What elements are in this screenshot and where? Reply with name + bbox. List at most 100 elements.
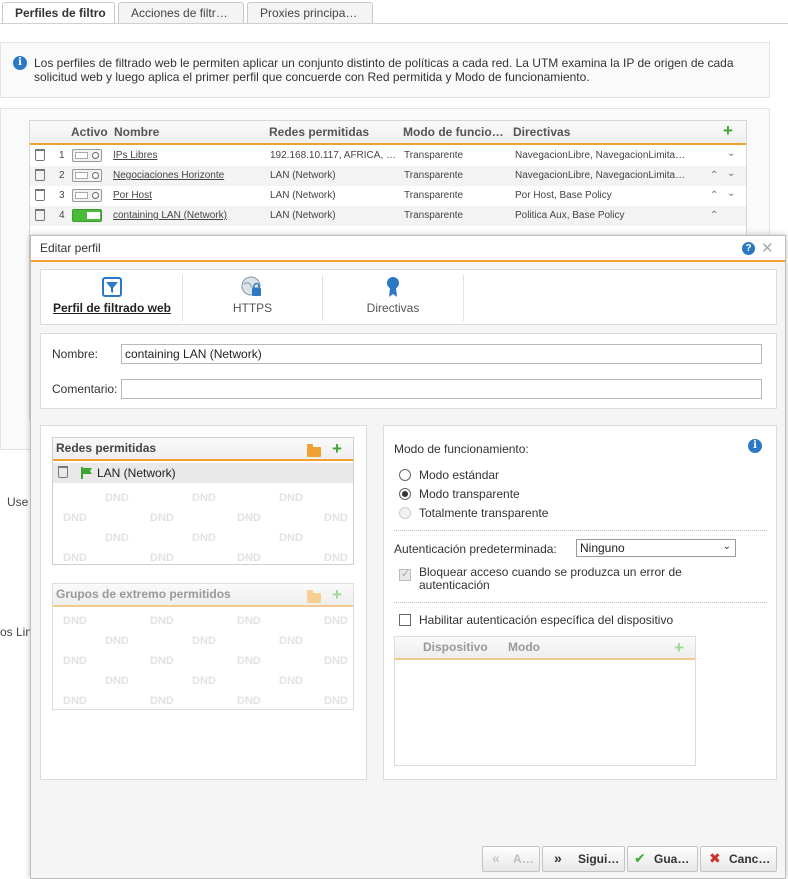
list-item[interactable]: LAN (Network) <box>53 463 353 483</box>
profile-mode: Transparente <box>404 150 464 161</box>
profile-directives: NavegacionLibre, NavegacionLimita… <box>515 150 686 161</box>
table-row[interactable]: 3 Por Host LAN (Network) Transparente Po… <box>30 186 746 206</box>
move-down-icon[interactable]: ⌄ <box>727 188 735 199</box>
tab-perfiles-de-filtro[interactable]: Perfiles de filtro <box>2 2 115 24</box>
info-icon[interactable]: i <box>748 439 762 453</box>
profile-name[interactable]: containing LAN (Network) <box>113 210 263 221</box>
active-toggle[interactable] <box>72 169 102 182</box>
save-button[interactable]: ✔ Gua… <box>627 846 698 872</box>
endpoint-groups-list: Grupos de extremo permitidos + DND DND D… <box>52 583 354 710</box>
folder-icon[interactable] <box>307 444 321 457</box>
add-profile-button[interactable]: + <box>723 122 733 139</box>
dnd-placeholder: DND <box>192 635 216 647</box>
dialog-tabs-panel: Perfil de filtrado web HTTPS Directivas <box>40 269 777 325</box>
active-toggle[interactable] <box>72 149 102 162</box>
tab-label: Perfil de filtrado web <box>52 301 172 315</box>
cancel-button-label: Canc… <box>729 852 771 866</box>
separator <box>394 530 767 531</box>
col-activo[interactable]: Activo <box>71 125 108 139</box>
profile-mode: Transparente <box>404 190 464 201</box>
ribbon-icon <box>387 277 399 297</box>
mode-panel: Modo de funcionamiento: i Modo estándar … <box>383 425 777 780</box>
dialog-title: Editar perfil <box>40 241 101 255</box>
row-number: 3 <box>59 190 65 201</box>
device-auth-label: Habilitar autenticación específica del d… <box>419 613 674 627</box>
dialog-title-bar: Editar perfil <box>31 236 785 262</box>
tab-perfil-filtrado[interactable]: Perfil de filtrado web <box>43 270 181 322</box>
cancel-button[interactable]: ✖ Canc… <box>700 846 777 872</box>
allowed-networks-list[interactable]: Redes permitidas + LAN (Network) DND DND… <box>52 437 354 565</box>
move-down-icon[interactable]: ⌄ <box>727 168 735 179</box>
dnd-placeholder: DND <box>63 512 87 524</box>
dnd-placeholder: DND <box>63 655 87 667</box>
profile-directives: Politica Aux, Base Policy <box>515 210 625 221</box>
block-access-label-line1: Bloquear acceso cuando se produzca un er… <box>419 565 682 579</box>
tab-https[interactable]: HTTPS <box>183 270 322 322</box>
double-chevron-right-icon: » <box>554 850 562 866</box>
table-row[interactable]: 1 IPs Libres 192.168.10.117, AFRICA, … T… <box>30 146 746 166</box>
close-icon[interactable]: ✕ <box>761 239 774 257</box>
dnd-placeholder: DND <box>150 615 174 627</box>
tabs-divider <box>0 23 788 24</box>
col-redes[interactable]: Redes permitidas <box>269 125 369 139</box>
move-up-icon[interactable]: ⌃ <box>710 190 718 201</box>
col-modo[interactable]: Modo de funcio… <box>403 125 504 139</box>
radio-label: Modo transparente <box>419 487 520 501</box>
device-auth-checkbox[interactable] <box>399 614 411 626</box>
row-number: 2 <box>59 170 65 181</box>
profile-name[interactable]: Negociaciones Horizonte <box>113 170 263 181</box>
trash-icon[interactable] <box>35 189 45 201</box>
toggle-circle <box>92 172 99 179</box>
profiles-table-header: Activo Nombre Redes permitidas Modo de f… <box>30 121 746 145</box>
separator <box>394 602 767 603</box>
radio-modo-estandar[interactable] <box>399 469 411 481</box>
dnd-placeholder: DND <box>150 512 174 524</box>
back-button: « A… <box>482 846 540 872</box>
tab-separator <box>463 275 464 321</box>
tab-acciones-de-filtro[interactable]: Acciones de filtr… <box>118 2 244 23</box>
device-table-header: Dispositivo Modo <box>395 637 695 660</box>
profile-name[interactable]: IPs Libres <box>113 150 263 161</box>
dnd-placeholder: DND <box>105 675 129 687</box>
profile-name[interactable]: Por Host <box>113 190 263 201</box>
trash-icon[interactable] <box>35 149 45 161</box>
active-toggle[interactable] <box>72 209 102 222</box>
dnd-placeholder: DND <box>105 635 129 647</box>
move-up-icon[interactable]: ⌃ <box>710 210 718 221</box>
table-row[interactable]: 2 Negociaciones Horizonte LAN (Network) … <box>30 166 746 186</box>
next-button[interactable]: » Sigui… <box>542 846 625 872</box>
toggle-knob <box>75 152 88 159</box>
block-access-checkbox <box>399 567 411 581</box>
dnd-placeholder: DND <box>324 655 348 667</box>
dnd-placeholder: DND <box>192 675 216 687</box>
tab-directivas[interactable]: Directivas <box>323 270 463 322</box>
tab-proxies-principales[interactable]: Proxies principa… <box>247 2 373 23</box>
radio-label: Modo estándar <box>419 468 500 482</box>
table-row[interactable]: 4 containing LAN (Network) LAN (Network)… <box>30 206 746 226</box>
dnd-placeholder: DND <box>324 615 348 627</box>
radio-modo-transparente[interactable] <box>399 488 411 500</box>
auth-select[interactable]: Ninguno ⌄ <box>576 539 736 557</box>
col-nombre[interactable]: Nombre <box>114 125 159 139</box>
comment-label: Comentario: <box>52 382 118 396</box>
comment-input[interactable] <box>121 379 762 399</box>
active-toggle[interactable] <box>72 189 102 202</box>
trash-icon[interactable] <box>35 169 45 181</box>
trash-icon[interactable] <box>35 209 45 221</box>
mode-label: Modo de funcionamiento: <box>394 442 529 456</box>
help-icon[interactable]: ? <box>742 242 755 255</box>
col-directivas[interactable]: Directivas <box>513 125 570 139</box>
auth-label: Autenticación predeterminada: <box>394 542 557 556</box>
block-access-label: Bloquear acceso cuando se produzca un er… <box>419 566 682 592</box>
move-up-icon[interactable]: ⌃ <box>710 170 718 181</box>
folder-icon <box>307 590 321 603</box>
move-down-icon[interactable]: ⌄ <box>727 148 735 159</box>
name-input[interactable] <box>121 344 762 364</box>
profile-networks: LAN (Network) <box>270 210 336 221</box>
dnd-placeholder: DND <box>324 695 348 707</box>
trash-icon[interactable] <box>58 466 68 478</box>
dnd-placeholder: DND <box>150 552 174 564</box>
add-network-button[interactable]: + <box>332 440 342 457</box>
dnd-placeholder: DND <box>279 675 303 687</box>
toggle-knob <box>75 172 88 179</box>
